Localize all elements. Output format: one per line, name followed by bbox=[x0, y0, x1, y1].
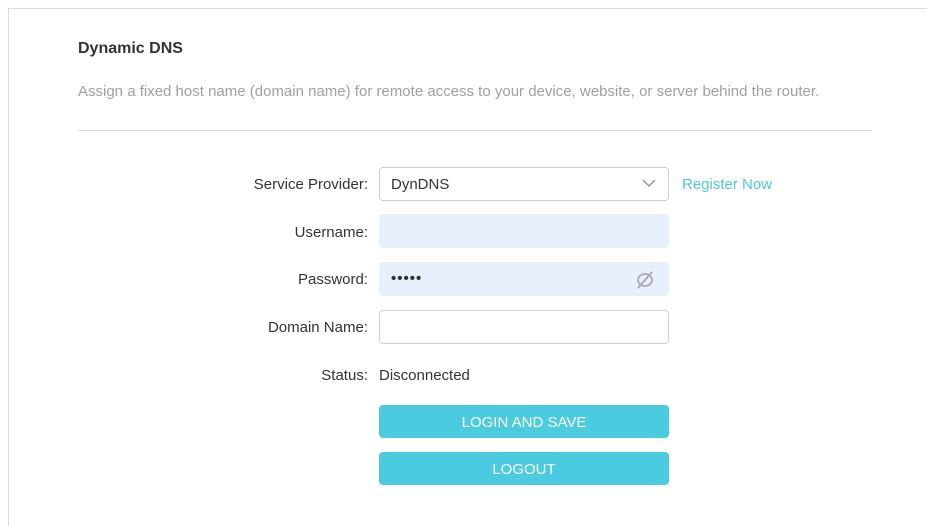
password-label: Password: bbox=[297, 271, 368, 288]
domain-name-field[interactable] bbox=[379, 310, 669, 344]
service-provider-select[interactable]: DynDNS bbox=[379, 167, 669, 201]
chevron-down-icon bbox=[642, 179, 656, 188]
section-description: Assign a fixed host name (domain name) f… bbox=[78, 83, 820, 100]
username-label: Username: bbox=[294, 224, 368, 241]
password-field[interactable]: ••••• bbox=[379, 262, 669, 296]
domain-name-label: Domain Name: bbox=[267, 319, 368, 336]
logout-button[interactable]: LOGOUT bbox=[379, 452, 669, 485]
username-field[interactable] bbox=[379, 214, 669, 248]
service-provider-value: DynDNS bbox=[391, 176, 450, 193]
service-provider-label: Service Provider: bbox=[253, 176, 368, 193]
status-label: Status: bbox=[321, 367, 368, 384]
section-title: Dynamic DNS bbox=[78, 40, 183, 57]
divider bbox=[78, 130, 872, 131]
status-value: Disconnected bbox=[379, 367, 470, 384]
register-now-link[interactable]: Register Now bbox=[682, 176, 772, 193]
eye-off-icon[interactable] bbox=[634, 271, 656, 289]
login-and-save-button[interactable]: LOGIN AND SAVE bbox=[379, 405, 669, 438]
password-value: ••••• bbox=[391, 270, 423, 287]
